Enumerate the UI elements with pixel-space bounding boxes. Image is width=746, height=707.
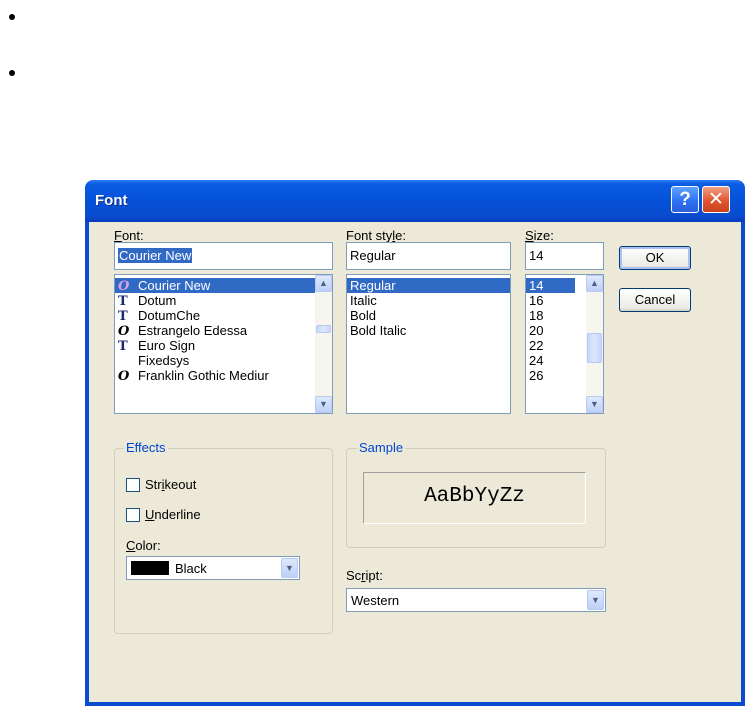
sample-title: Sample — [357, 440, 406, 455]
dialog-title: Font — [95, 192, 128, 209]
bullet-point — [9, 14, 15, 20]
font-list-item[interactable]: O Franklin Gothic Mediur — [115, 368, 332, 384]
size-field[interactable]: 14 — [525, 242, 604, 270]
color-label: Color: — [126, 538, 161, 553]
effects-title: Effects — [124, 440, 168, 455]
font-style-field[interactable]: Regular — [346, 242, 511, 270]
chevron-up-icon: ▲ — [319, 278, 328, 288]
script-dropdown[interactable]: Western ▼ — [346, 588, 606, 612]
close-icon: ✕ — [708, 189, 724, 210]
strikeout-label[interactable]: Strikeout — [145, 477, 196, 492]
script-label-text-a: Sc — [346, 568, 362, 583]
color-dropdown-button[interactable]: ▼ — [281, 558, 298, 578]
font-label: Font: — [114, 228, 144, 243]
truetype-icon: T — [118, 309, 128, 324]
size-value: 14 — [529, 248, 544, 263]
help-button[interactable]: ? — [671, 186, 699, 213]
strikeout-checkbox[interactable] — [126, 478, 140, 492]
scroll-up-button[interactable]: ▲ — [586, 275, 603, 292]
font-list-items: O Courier New T Dotum T DotumChe O Estrangel… — [115, 275, 332, 384]
font-name-field[interactable]: Courier New — [114, 242, 333, 270]
scroll-up-button[interactable]: ▲ — [315, 275, 332, 292]
size-label-text: ize: — [533, 228, 554, 243]
size-list-scrollbar[interactable]: ▲ ▼ — [586, 275, 603, 413]
font-style-label-text-b: e: — [395, 228, 406, 243]
scroll-thumb[interactable] — [316, 325, 331, 333]
chevron-down-icon: ▼ — [319, 399, 328, 409]
font-list-item[interactable]: T DotumChe — [115, 308, 332, 324]
cancel-button[interactable]: Cancel — [619, 288, 691, 312]
scroll-thumb[interactable] — [587, 333, 602, 363]
color-label-text: olor: — [135, 538, 161, 553]
font-list-item[interactable]: T Dotum — [115, 293, 332, 309]
underline-label[interactable]: Underline — [145, 507, 201, 522]
chevron-down-icon: ▼ — [285, 563, 294, 573]
underline-label-text: nderline — [154, 507, 201, 522]
scroll-down-button[interactable]: ▼ — [315, 396, 332, 413]
size-label-access-key: S — [525, 228, 534, 243]
font-style-items: Regular Italic Bold Bold Italic — [347, 275, 510, 338]
script-label-text-b: ipt: — [365, 568, 383, 583]
font-list-scrollbar[interactable]: ▲ ▼ — [315, 275, 332, 413]
font-name-value: Courier New — [118, 248, 193, 263]
font-style-list[interactable]: Regular Italic Bold Bold Italic — [346, 274, 511, 414]
chevron-up-icon: ▲ — [590, 278, 599, 288]
dialog-client-area: Font: Courier New O Courier New T Dotum TD… — [85, 222, 745, 706]
script-value: Western — [351, 593, 400, 608]
script-dropdown-button[interactable]: ▼ — [587, 590, 604, 610]
font-list-item[interactable]: Fixedsys — [115, 353, 332, 368]
opentype-icon: O — [118, 369, 130, 384]
underline-label-access-key: U — [145, 507, 155, 522]
opentype-icon: O — [118, 324, 130, 339]
strikeout-label-text-a: Str — [145, 477, 162, 492]
opentype-icon: O — [118, 279, 130, 294]
size-item[interactable]: 14 — [526, 278, 575, 293]
color-dropdown[interactable]: Black ▼ — [126, 556, 300, 580]
font-style-item[interactable]: Italic — [347, 293, 510, 308]
font-dialog: Font ? ✕ Font: Courier New O Courier New … — [85, 180, 745, 706]
color-value: Black — [175, 561, 207, 576]
font-style-item[interactable]: Regular — [347, 278, 510, 293]
title-bar[interactable]: Font ? ✕ — [85, 180, 745, 222]
scroll-down-button[interactable]: ▼ — [586, 396, 603, 413]
color-swatch — [131, 561, 169, 575]
font-list-item[interactable]: T Euro Sign — [115, 338, 332, 354]
font-label-text: ont: — [121, 228, 144, 243]
font-list-item[interactable]: O Estrangelo Edessa — [115, 323, 332, 339]
size-list[interactable]: 14 16 18 20 22 24 26 ▲ ▼ — [525, 274, 604, 414]
strikeout-label-text-b: keout — [164, 477, 197, 492]
size-label: Size: — [525, 228, 554, 243]
chevron-down-icon: ▼ — [591, 595, 600, 605]
truetype-icon: T — [118, 294, 128, 309]
font-style-value: Regular — [350, 248, 396, 263]
chevron-down-icon: ▼ — [590, 399, 599, 409]
font-style-label: Font style: — [346, 228, 406, 243]
font-style-item[interactable]: Bold Italic — [347, 323, 510, 338]
sample-preview: AaBbYyZz — [363, 472, 586, 524]
underline-checkbox[interactable] — [126, 508, 140, 522]
truetype-icon: T — [118, 339, 128, 354]
font-style-label-text-a: Font sty — [346, 228, 393, 243]
help-icon: ? — [679, 189, 691, 210]
close-button[interactable]: ✕ — [702, 186, 730, 213]
font-style-item[interactable]: Bold — [347, 308, 510, 323]
bullet-point — [9, 70, 15, 76]
script-label: Script: — [346, 568, 383, 583]
ok-button[interactable]: OK — [619, 246, 691, 270]
font-label-access-key: F — [114, 228, 122, 243]
font-list-item[interactable]: O Courier New — [115, 278, 332, 294]
font-list[interactable]: O Courier New T Dotum T DotumChe O Estrangel… — [114, 274, 333, 414]
color-label-access-key: C — [126, 538, 136, 553]
